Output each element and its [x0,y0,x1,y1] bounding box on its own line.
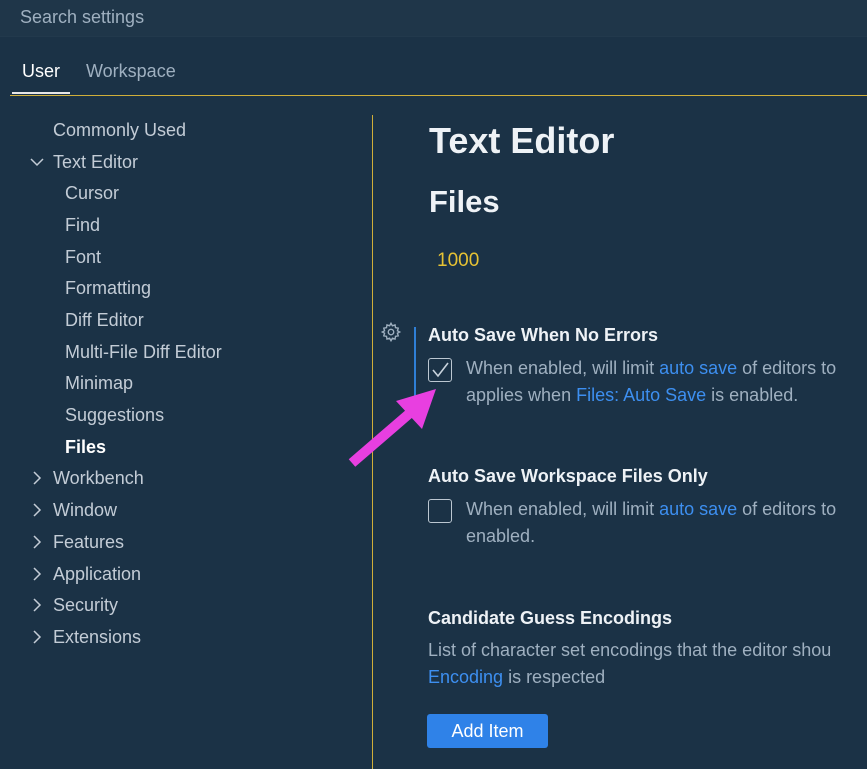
toc-item-diff-editor[interactable]: Diff Editor [65,307,144,333]
toc-item-multi-file-diff-editor[interactable]: Multi-File Diff Editor [65,339,222,365]
auto-save-workspace-files-only-checkbox[interactable] [428,499,452,523]
chevron-right-icon[interactable] [30,567,44,581]
auto-save-link[interactable]: auto save [659,358,737,378]
section-heading: Text Editor [429,120,615,161]
setting-description: List of character set encodings that the… [428,640,832,687]
toc-item-features[interactable]: Features [53,529,124,555]
files-auto-save-link[interactable]: Files: Auto Save [576,385,706,405]
chevron-right-icon[interactable] [30,598,44,612]
toc-item-commonly-used[interactable]: Commonly Used [53,117,186,143]
chevron-right-icon[interactable] [30,630,44,644]
toc-item-workbench[interactable]: Workbench [53,465,144,491]
setting-title-auto-save-workspace-files-only: Auto Save Workspace Files Only [428,466,708,486]
tab-workspace[interactable]: Workspace [86,60,176,93]
toc-item-security[interactable]: Security [53,592,118,618]
toc-item-formatting[interactable]: Formatting [65,275,151,301]
toc-item-font[interactable]: Font [65,244,101,270]
toc-item-application[interactable]: Application [53,561,141,587]
settings-scope-tabs: User Workspace [10,52,867,96]
auto-save-link[interactable]: auto save [659,499,737,519]
gear-icon[interactable] [380,321,402,343]
setting-description: When enabled, will limit auto save of ed… [466,358,837,405]
search-input[interactable] [0,0,860,34]
toc-item-files[interactable]: Files [65,434,106,460]
setting-title-candidate-guess-encodings: Candidate Guess Encodings [428,608,673,628]
toc-item-find[interactable]: Find [65,212,100,238]
toc-item-extensions[interactable]: Extensions [53,624,141,650]
annotation-arrow-icon [348,389,436,467]
chevron-right-icon[interactable] [30,503,44,517]
toc-item-cursor[interactable]: Cursor [65,180,119,206]
toc-item-minimap[interactable]: Minimap [65,370,133,396]
chevron-right-icon[interactable] [30,535,44,549]
toc-item-suggestions[interactable]: Suggestions [65,402,164,428]
subsection-heading: Files [429,184,500,219]
encoding-link[interactable]: Encoding [428,667,503,687]
setting-description: When enabled, will limit auto save of ed… [466,499,837,546]
toc-item-window[interactable]: Window [53,497,117,523]
chevron-right-icon[interactable] [30,471,44,485]
add-item-button[interactable]: Add Item [427,714,548,748]
tab-user[interactable]: User [11,60,71,94]
chevron-down-icon[interactable] [30,155,44,169]
search-bar [0,0,867,37]
previous-setting-value: 1000 [437,250,480,271]
toc-item-text-editor[interactable]: Text Editor [53,149,138,175]
setting-title-auto-save-when-no-errors: Auto Save When No Errors [428,325,659,345]
